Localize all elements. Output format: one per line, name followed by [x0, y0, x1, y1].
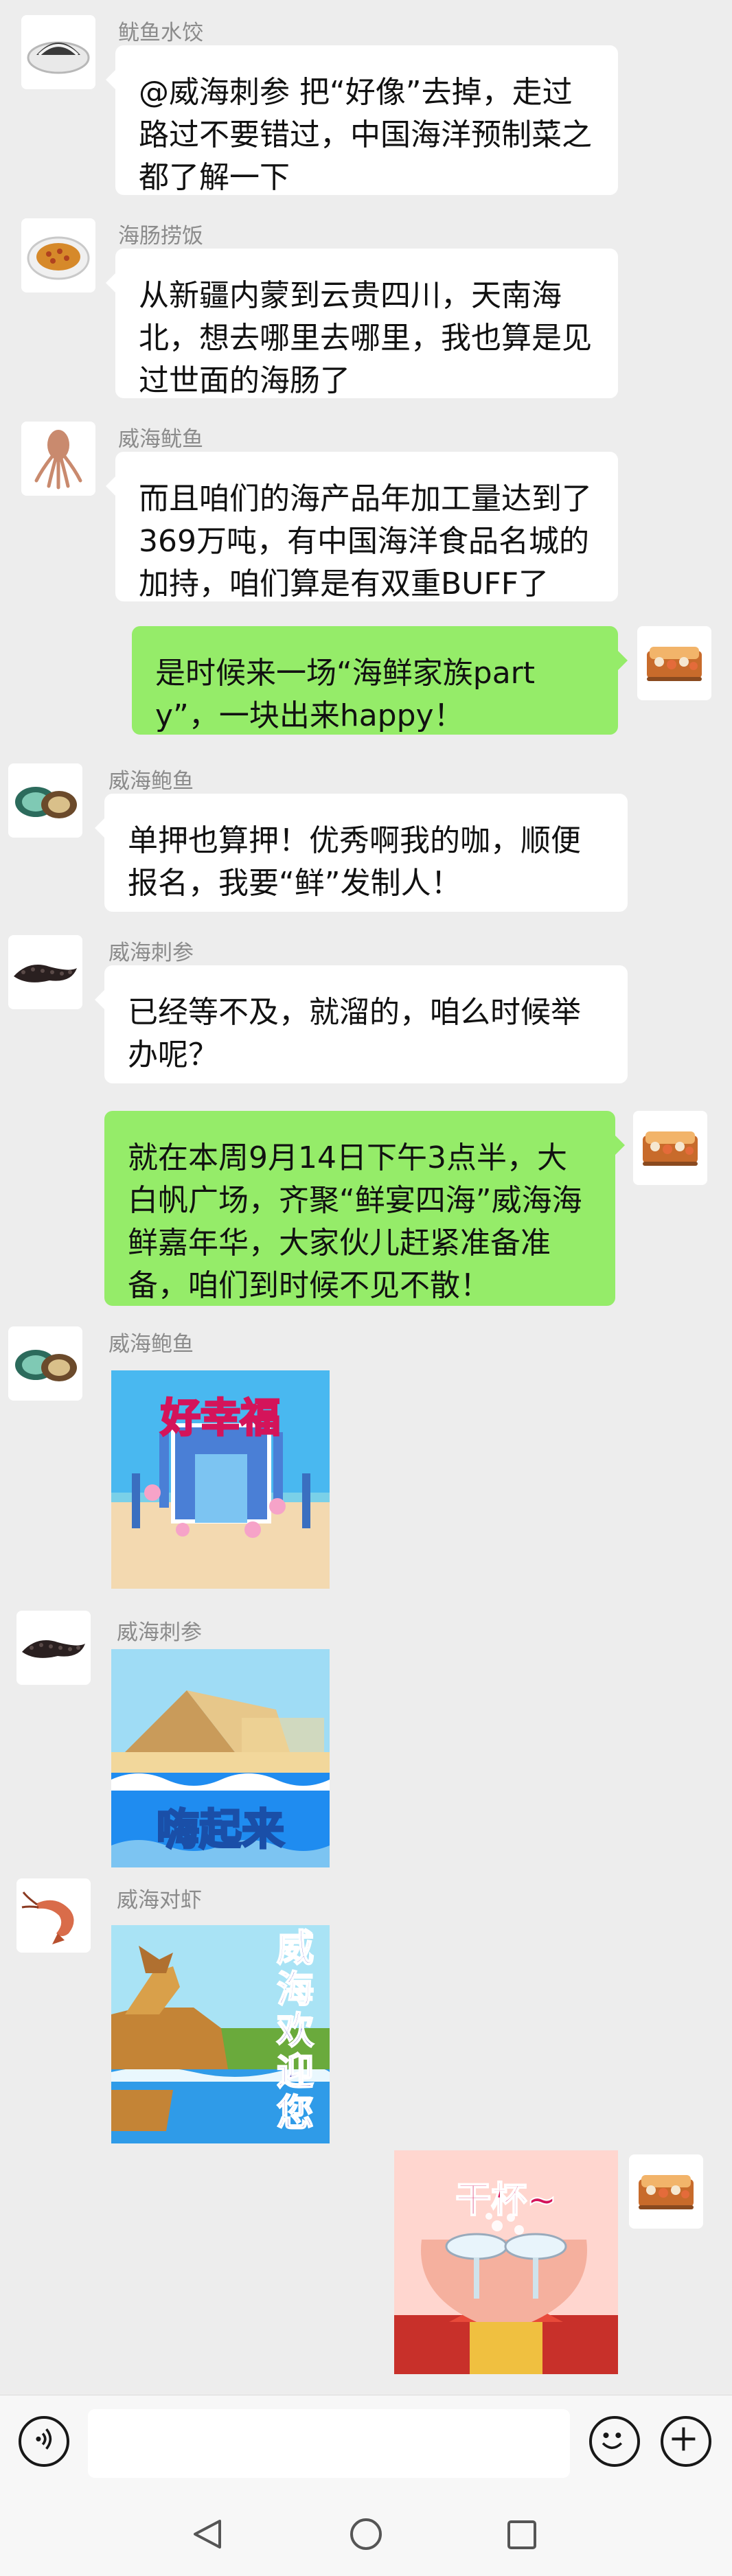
squid-icon	[21, 422, 95, 496]
message-bubble[interactable]: 单押也算押！优秀啊我的咖，顺便报名，我要“鲜”发制人！	[95, 794, 628, 912]
my-avatar[interactable]	[633, 1111, 707, 1185]
plus-button[interactable]	[661, 2416, 711, 2467]
sender-avatar[interactable]	[21, 218, 95, 292]
abalone-icon	[8, 1326, 82, 1401]
chat-input-bar	[0, 2395, 732, 2491]
message-input[interactable]	[88, 2409, 570, 2478]
sticker-char: 您	[276, 2091, 314, 2135]
sticker-caption-vertical: 威 海 欢 迎 您	[268, 1927, 323, 2135]
sticker-char: 威	[276, 1927, 314, 1970]
seafood-tray-icon	[633, 1111, 707, 1185]
my-avatar[interactable]	[629, 2154, 703, 2229]
sender-avatar[interactable]	[16, 1611, 91, 1685]
message-bubble[interactable]: 就在本周9月14日下午3点半，大白帆广场，齐聚“鲜宴四海”威海海鲜嘉年华，大家伙…	[104, 1111, 625, 1306]
seafood-tray-icon	[637, 626, 711, 700]
sender-avatar[interactable]	[8, 1326, 82, 1401]
sender-name: 鱿鱼水饺	[118, 21, 203, 45]
dumpling-plate-icon	[21, 15, 95, 89]
message-bubble[interactable]: @威海刺参 把“好像”去掉，走过路过不要错过，中国海洋预制菜之都了解一下	[106, 45, 618, 195]
sender-name: 威海鱿鱼	[118, 427, 203, 452]
sticker-caption: 干杯~	[455, 2179, 558, 2222]
sticker-char: 海	[276, 1968, 314, 2011]
sender-name: 威海对虾	[117, 1888, 202, 1913]
sender-avatar[interactable]	[21, 422, 95, 496]
my-avatar[interactable]	[637, 626, 711, 700]
voice-icon	[36, 2428, 52, 2450]
sender-avatar[interactable]	[8, 763, 82, 838]
sender-avatar[interactable]	[21, 15, 95, 89]
voice-button[interactable]	[19, 2416, 69, 2467]
sea-worm-rice-plate-icon	[21, 218, 95, 292]
home-icon[interactable]	[349, 2517, 383, 2551]
sticker-caption: 嗨起来	[155, 1804, 285, 1856]
message-bubble[interactable]: 而且咱们的海产品年加工量达到了369万吨，有中国海洋食品名城的加持，咱们算是有双…	[106, 452, 618, 601]
sticker-caption: 好幸福	[159, 1394, 281, 1442]
sticker-image[interactable]: 干杯~	[394, 2150, 618, 2374]
sticker-char: 迎	[276, 2050, 314, 2093]
sticker-image[interactable]: 好幸福	[111, 1370, 330, 1589]
sender-name: 威海鲍鱼	[108, 769, 194, 794]
message-bubble[interactable]: 是时候来一场“海鲜家族party”，一块出来happy！	[132, 626, 628, 735]
sea-cucumber-icon	[16, 1611, 91, 1685]
sticker-image[interactable]: 威 海 欢 迎 您	[111, 1925, 330, 2143]
message-bubble[interactable]: 从新疆内蒙到云贵四川，天南海北，想去哪里去哪里，我也算是见过世面的海肠了	[106, 249, 618, 398]
sticker-image[interactable]: 嗨起来	[111, 1649, 330, 1867]
back-icon[interactable]	[192, 2518, 222, 2550]
abalone-icon	[8, 763, 82, 838]
recents-icon[interactable]	[507, 2520, 537, 2550]
emoji-icon	[602, 2433, 623, 2450]
sender-name: 威海鲍鱼	[108, 1332, 194, 1357]
sender-name: 威海刺参	[108, 941, 194, 965]
system-nav-bar	[0, 2491, 732, 2576]
sender-name: 威海刺参	[117, 1620, 202, 1645]
shrimp-icon	[16, 1878, 91, 1953]
sender-name: 海肠捞饭	[118, 224, 203, 249]
emoji-button[interactable]	[589, 2416, 640, 2467]
sticker-char: 欢	[276, 2009, 314, 2052]
sender-avatar[interactable]	[16, 1878, 91, 1953]
message-bubble[interactable]: 已经等不及，就溜的，咱么时候举办呢？	[95, 965, 628, 1083]
plus-icon	[672, 2427, 696, 2451]
seafood-tray-icon	[629, 2154, 703, 2229]
sea-cucumber-icon	[8, 935, 82, 1009]
sender-avatar[interactable]	[8, 935, 82, 1009]
